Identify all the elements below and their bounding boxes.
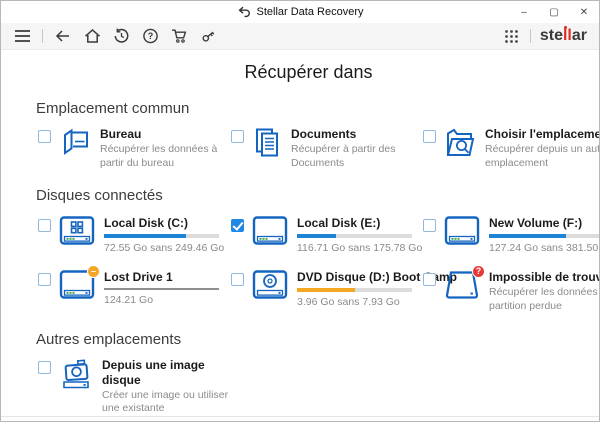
back-icon[interactable] (54, 27, 72, 45)
drive-usage-fill (104, 288, 219, 291)
item-title: Bureau (100, 127, 142, 141)
lost-drive-checkbox[interactable] (38, 273, 51, 287)
footer-bar: Analyse approfondie Analyser (1, 415, 599, 421)
drive-usage-fill (297, 288, 355, 293)
drive-f-checkbox[interactable] (423, 219, 436, 233)
folder-search-icon (444, 127, 476, 159)
cant-find-checkbox[interactable] (423, 273, 436, 287)
apps-grid-icon[interactable] (503, 27, 521, 45)
drive-size: 3.96 Go sans 7.93 Go (297, 296, 400, 309)
drive-usage-bar (104, 288, 219, 291)
menu-icon[interactable] (13, 27, 31, 45)
drive-name: Local Disk (C:) (104, 216, 189, 231)
drive-usage-fill (489, 234, 567, 239)
choose-location-checkbox[interactable] (423, 130, 436, 143)
item-desc: Récupérer les données à partir du bureau (100, 143, 218, 169)
item-title: Documents (291, 127, 357, 141)
item-desc: Récupérer à partir des Documents (291, 143, 396, 169)
drive-size: 124.21 Go (104, 294, 154, 307)
drive-item-c[interactable]: Local Disk (C:) 72.55 Go sans 249.46 Go (36, 216, 229, 254)
drive-name: New Volume (F:) (489, 216, 583, 231)
desktop-icon (59, 127, 91, 159)
location-item-documents[interactable]: Documents Récupérer à partir des Documen… (229, 127, 421, 170)
bureau-checkbox[interactable] (38, 130, 51, 143)
drive-item-f[interactable]: New Volume (F:) 127.24 Go sans 381.50 Go (421, 216, 599, 255)
lost-drive-icon: – (59, 265, 100, 300)
app-window: Stellar Data Recovery – ▢ ✕ ? stellar Ré… (0, 0, 600, 422)
warning-badge: – (87, 265, 100, 279)
drive-c-checkbox[interactable] (38, 219, 51, 233)
drive-usage-fill (104, 234, 186, 239)
minimize-button[interactable]: – (509, 1, 539, 23)
drive-usage-bar (297, 288, 412, 293)
dvd-drive-icon (252, 270, 288, 300)
error-badge: ? (472, 265, 485, 279)
drive-size: 127.24 Go sans 381.50 Go (489, 242, 599, 255)
history-icon[interactable] (112, 27, 130, 45)
location-item-bureau[interactable]: Bureau Récupérer les données à partir du… (36, 127, 229, 170)
location-item-disk-image[interactable]: Depuis une image disque Créer une image … (36, 358, 229, 416)
drive-icon (444, 216, 480, 246)
window-title: Stellar Data Recovery (256, 6, 364, 18)
page-title: Récupérer dans (244, 62, 373, 82)
documents-checkbox[interactable] (231, 130, 244, 143)
help-icon[interactable]: ? (141, 27, 159, 45)
unknown-drive-icon: ? (444, 265, 485, 300)
item-desc: Créer une image ou utiliser une existant… (102, 388, 229, 415)
drive-name: Impossible de trouver (489, 270, 599, 285)
section-common-locations: Emplacement commun (36, 100, 190, 117)
close-button[interactable]: ✕ (569, 1, 599, 23)
drive-name: Local Disk (E:) (297, 216, 381, 231)
toolbar-divider (42, 29, 43, 43)
drive-name: DVD Disque (D:) Boot Camp (297, 270, 457, 285)
drive-usage-fill (297, 234, 337, 239)
drive-usage-bar (297, 234, 412, 239)
section-connected-drives: Disques connectés (36, 187, 163, 205)
disk-image-icon (59, 358, 93, 390)
title-bar: Stellar Data Recovery – ▢ ✕ (1, 1, 599, 23)
svg-text:?: ? (147, 31, 153, 41)
location-item-choose[interactable]: Choisir l'emplacement Récupérer depuis u… (421, 127, 600, 170)
toolbar-divider (529, 29, 531, 43)
license-key-icon[interactable] (199, 27, 217, 45)
drive-item-cant-find[interactable]: ? Impossible de trouver Récupérer les do… (421, 265, 599, 313)
stellar-logo: stellar (539, 27, 587, 44)
drive-item-e[interactable]: Local Disk (E:) 116.71 Go sans 175.78 Go (229, 216, 423, 255)
dvd-drive-checkbox[interactable] (231, 273, 244, 287)
documents-icon (252, 127, 282, 159)
drive-usage-bar (104, 234, 219, 239)
home-icon[interactable] (83, 27, 101, 45)
drive-usage-bar (489, 234, 599, 239)
drive-e-checkbox[interactable] (231, 219, 244, 233)
drive-icon (252, 216, 288, 246)
disk-image-checkbox[interactable] (38, 360, 51, 374)
item-title: Choisir l'emplacement (485, 127, 600, 141)
maximize-button[interactable]: ▢ (539, 1, 569, 23)
drive-item-dvd[interactable]: DVD Disque (D:) Boot Camp 3.96 Go sans 7… (229, 270, 457, 313)
cart-icon[interactable] (170, 27, 188, 45)
undo-arrow-icon (237, 6, 251, 18)
drive-size: 72.55 Go sans 249.46 Go (104, 242, 225, 255)
section-other-locations: Autres emplacements (36, 330, 182, 348)
toolbar: ? stellar (1, 23, 599, 50)
drive-desc: Récupérer les données d'une partition pe… (489, 286, 599, 312)
drive-name: Lost Drive 1 (104, 270, 173, 285)
drive-item-lost[interactable]: – Lost Drive 1 124.21 Go (36, 265, 229, 313)
item-title: Depuis une image disque (102, 357, 205, 387)
system-drive-icon (59, 216, 95, 246)
item-desc: Récupérer depuis un autre emplacement (485, 143, 600, 169)
main-content: Récupérer dans Emplacement commun Bureau… (1, 50, 599, 416)
drive-size: 116.71 Go sans 175.78 Go (297, 242, 423, 255)
